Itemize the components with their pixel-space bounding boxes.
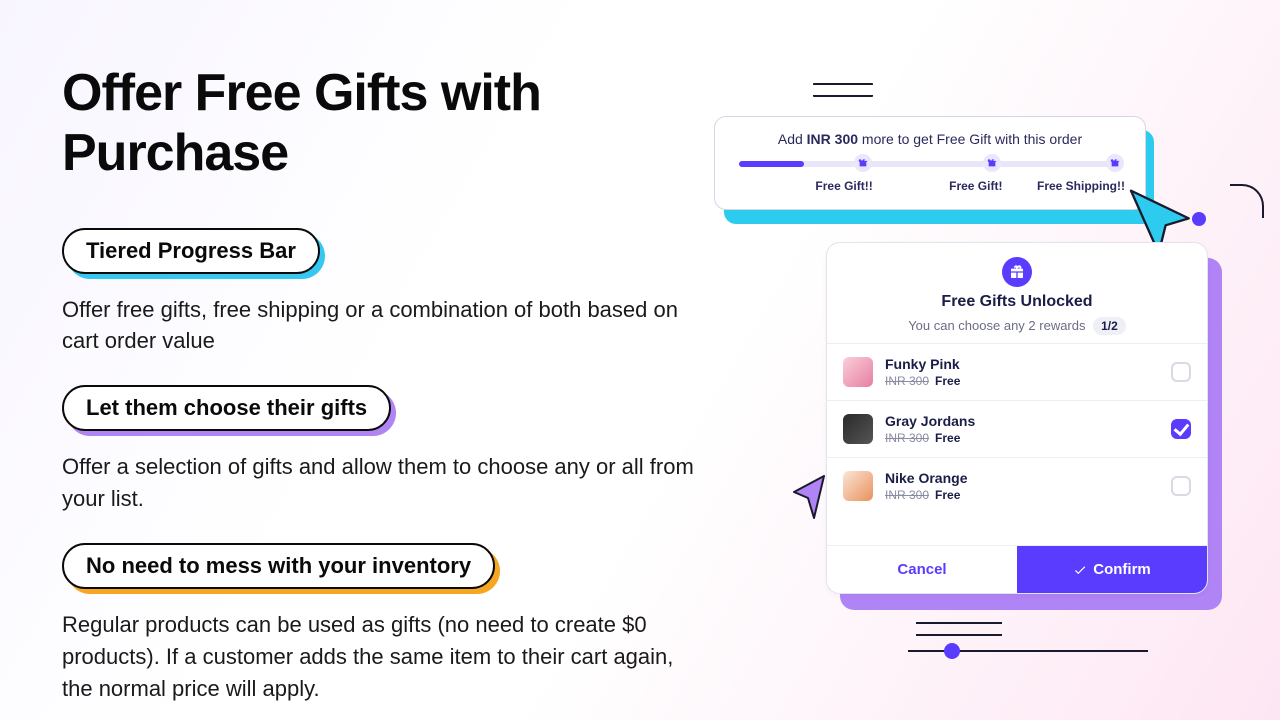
page-title: Offer Free Gifts with Purchase (62, 64, 702, 184)
feature-desc: Offer a selection of gifts and allow the… (62, 451, 702, 515)
product-thumb (843, 414, 873, 444)
modal-title: Free Gifts Unlocked (839, 293, 1195, 311)
progress-message: Add INR 300 more to get Free Gift with t… (739, 131, 1121, 147)
gifts-modal: Free Gifts Unlocked You can choose any 2… (826, 242, 1208, 594)
checkbox[interactable] (1171, 362, 1191, 382)
gift-icon (1002, 257, 1032, 287)
gift-price: INR 300Free (885, 374, 1171, 388)
progress-label: Free Gift!! (815, 179, 872, 193)
modal-subtitle: You can choose any 2 rewards 1/2 (839, 317, 1195, 335)
feature-pill-tiered: Tiered Progress Bar (62, 228, 320, 274)
gift-name: Funky Pink (885, 356, 1171, 372)
check-icon (1073, 563, 1087, 577)
decorative-arc (1230, 184, 1264, 218)
feature-pill-choose: Let them choose their gifts (62, 385, 391, 431)
milestone-icon (1106, 154, 1124, 172)
gift-row[interactable]: Funky Pink INR 300Free (827, 343, 1207, 400)
progress-msg-post: more to get Free Gift with this order (858, 131, 1082, 147)
confirm-label: Confirm (1093, 561, 1151, 578)
milestone-icon (854, 154, 872, 172)
gift-name: Gray Jordans (885, 413, 1171, 429)
cursor-icon (774, 468, 834, 533)
progress-label: Free Gift! (949, 179, 1002, 193)
progress-label: Free Shipping!! (1037, 179, 1125, 193)
gift-row[interactable]: Nike Orange INR 300Free (827, 457, 1207, 514)
checkbox[interactable] (1171, 476, 1191, 496)
progress-labels: Free Gift!! Free Gift! Free Shipping!! (739, 179, 1121, 193)
modal-subtitle-text: You can choose any 2 rewards (908, 318, 1085, 333)
gift-price: INR 300Free (885, 488, 1171, 502)
cancel-button[interactable]: Cancel (827, 546, 1017, 593)
checkbox-checked[interactable] (1171, 419, 1191, 439)
gift-name: Nike Orange (885, 470, 1171, 486)
decorative-slider-knob (944, 643, 960, 659)
feature-pill-inventory: No need to mess with your inventory (62, 543, 495, 589)
gift-row[interactable]: Gray Jordans INR 300Free (827, 400, 1207, 457)
product-thumb (843, 471, 873, 501)
product-thumb (843, 357, 873, 387)
milestone-icon (983, 154, 1001, 172)
reward-count-badge: 1/2 (1093, 317, 1126, 335)
progress-card: Add INR 300 more to get Free Gift with t… (714, 116, 1146, 210)
decorative-lines (916, 622, 1002, 636)
gift-price: INR 300Free (885, 431, 1171, 445)
confirm-button[interactable]: Confirm (1017, 546, 1207, 593)
feature-desc: Offer free gifts, free shipping or a com… (62, 294, 702, 358)
feature-desc: Regular products can be used as gifts (n… (62, 609, 702, 705)
progress-track (739, 161, 1121, 167)
decorative-lines (813, 83, 873, 97)
progress-amount: INR 300 (807, 131, 858, 147)
progress-msg-pre: Add (778, 131, 807, 147)
progress-fill (739, 161, 804, 167)
